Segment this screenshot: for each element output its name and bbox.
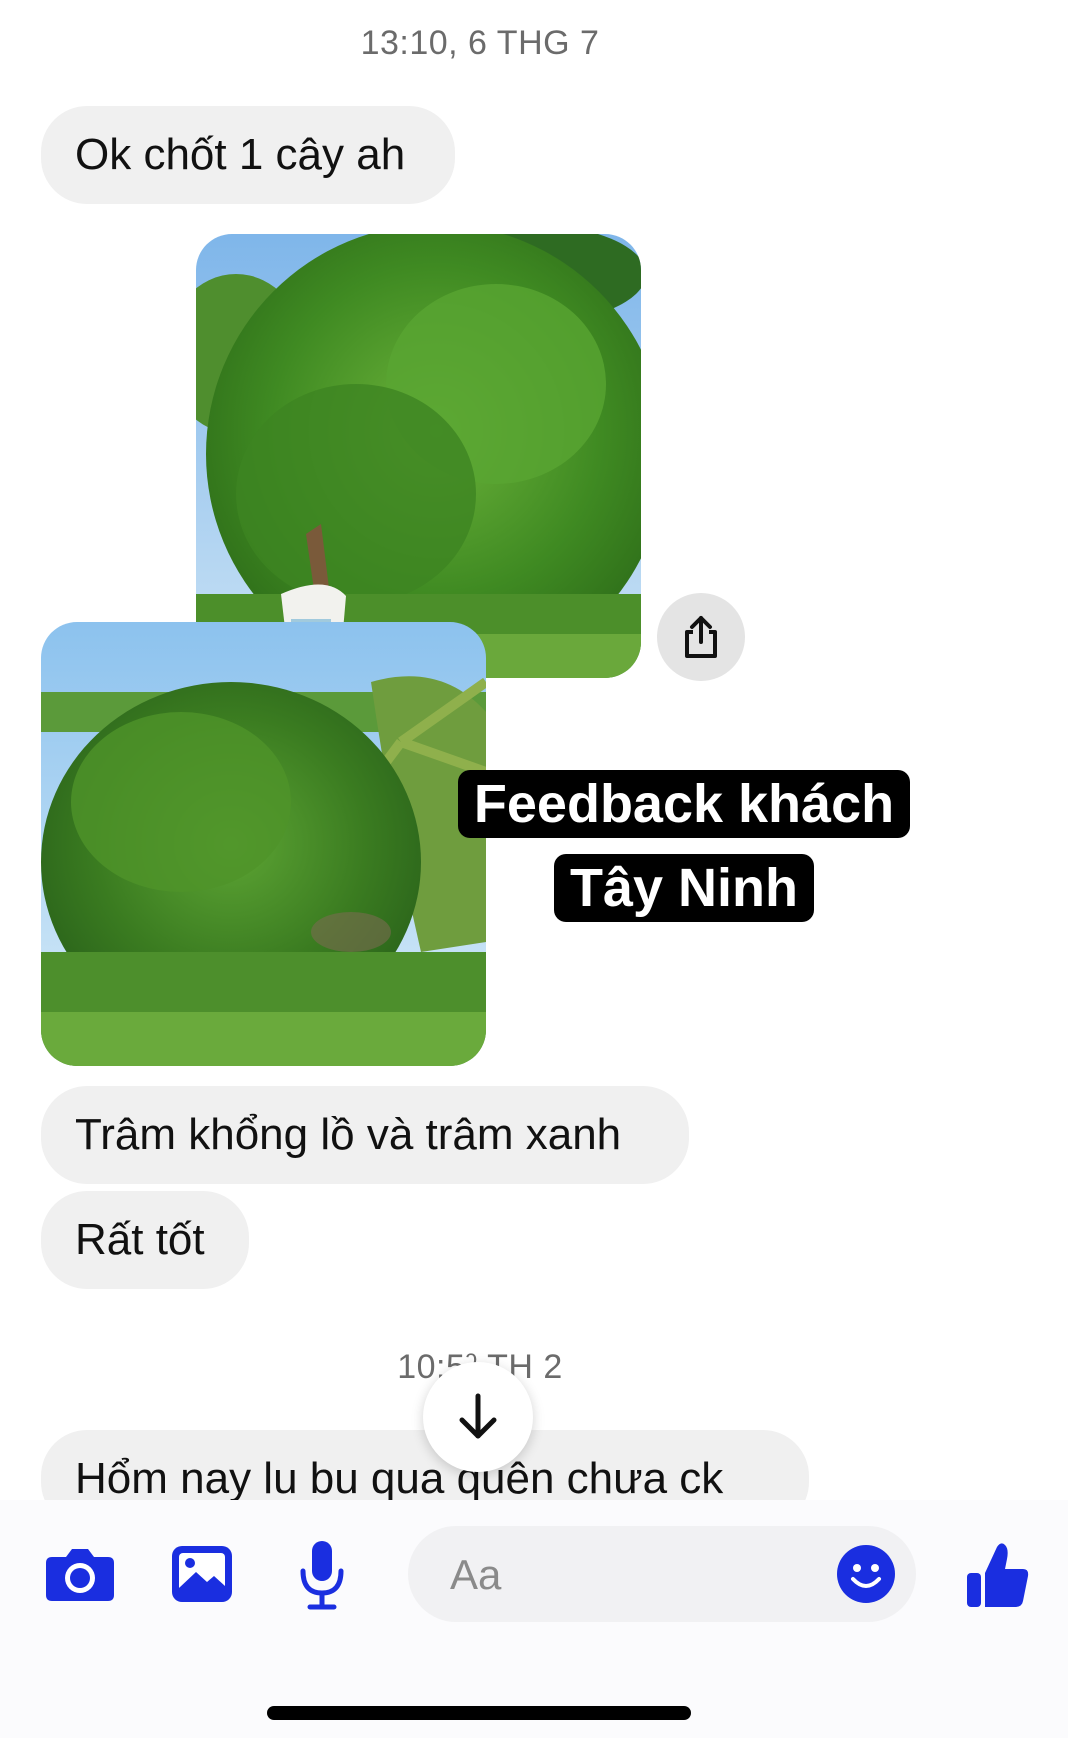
arrow-down-icon: [459, 1393, 497, 1439]
photo-attachment[interactable]: [41, 622, 486, 1066]
caption-line-2: Tây Ninh: [0, 854, 1068, 922]
microphone-button[interactable]: [296, 1538, 348, 1612]
plant-photo-image: [196, 234, 641, 678]
message-bubble[interactable]: Ok chốt 1 cây ah: [41, 106, 455, 204]
message-text: Rất tốt: [75, 1215, 205, 1264]
like-button[interactable]: [964, 1538, 1032, 1612]
gallery-button[interactable]: [168, 1541, 236, 1607]
message-text: Hổm nay lu bu qua quên chưa ck: [75, 1454, 724, 1503]
caption-text: Tây Ninh: [553, 854, 815, 922]
message-input[interactable]: [448, 1544, 822, 1606]
emoji-icon: [837, 1545, 895, 1603]
message-bubble[interactable]: Trâm khổng lồ và trâm xanh: [41, 1086, 689, 1184]
caption-line-1: Feedback khách: [0, 770, 1068, 838]
camera-icon: [46, 1549, 114, 1601]
scroll-to-bottom-button[interactable]: [423, 1362, 533, 1472]
camera-button[interactable]: [42, 1541, 118, 1607]
message-bubble[interactable]: Rất tốt: [41, 1191, 249, 1289]
message-text: Trâm khổng lồ và trâm xanh: [75, 1110, 622, 1159]
photo-attachment[interactable]: [196, 234, 641, 678]
timestamp: 13:10, 6 THG 7: [360, 24, 600, 62]
share-icon: [685, 616, 717, 658]
share-button[interactable]: [657, 593, 745, 681]
plant-photo-image: [41, 622, 486, 1066]
gallery-icon: [172, 1546, 232, 1602]
emoji-button[interactable]: [834, 1542, 898, 1606]
thumbs-up-icon: [967, 1543, 1029, 1607]
home-indicator: [267, 1706, 691, 1720]
microphone-icon: [300, 1541, 344, 1610]
caption-text: Feedback khách: [457, 770, 911, 838]
message-composer[interactable]: [408, 1526, 916, 1622]
message-text: Ok chốt 1 cây ah: [75, 130, 406, 179]
